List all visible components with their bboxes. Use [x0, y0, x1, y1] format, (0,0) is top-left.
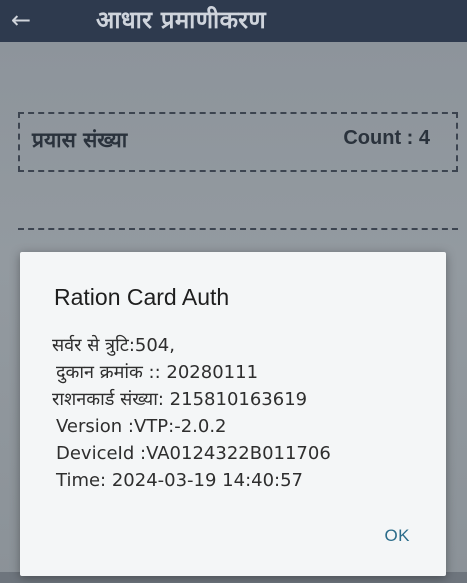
page-title: आधार प्रमाणीकरण: [96, 6, 267, 34]
version-line: Version :VTP:-2.0.2: [56, 416, 227, 437]
app-bar: ← आधार प्रमाणीकरण: [0, 0, 467, 42]
dialog-title: Ration Card Auth: [54, 284, 230, 310]
dialog-message: सर्वर से त्रुटि:504, दुकान क्रमांक :: 20…: [52, 332, 432, 494]
ok-button[interactable]: OK: [384, 526, 410, 546]
ration-card-number-line: राशनकार्ड संख्या: 215810163619: [52, 389, 308, 410]
attempt-label: प्रयास संख्या: [32, 128, 128, 152]
device-id-line: DeviceId :VA0124322B011706: [56, 443, 331, 464]
auth-error-dialog: Ration Card Auth सर्वर से त्रुटि:504, दु…: [20, 252, 446, 576]
server-error-line: सर्वर से त्रुटि:504,: [52, 335, 175, 356]
attempt-count-card: प्रयास संख्या Count : 4: [18, 112, 458, 172]
back-arrow-icon[interactable]: ←: [6, 4, 36, 36]
time-line: Time: 2024-03-19 14:40:57: [56, 470, 304, 491]
shop-number-line: दुकान क्रमांक :: 20280111: [56, 362, 259, 383]
attempt-count: Count : 4: [343, 127, 430, 149]
